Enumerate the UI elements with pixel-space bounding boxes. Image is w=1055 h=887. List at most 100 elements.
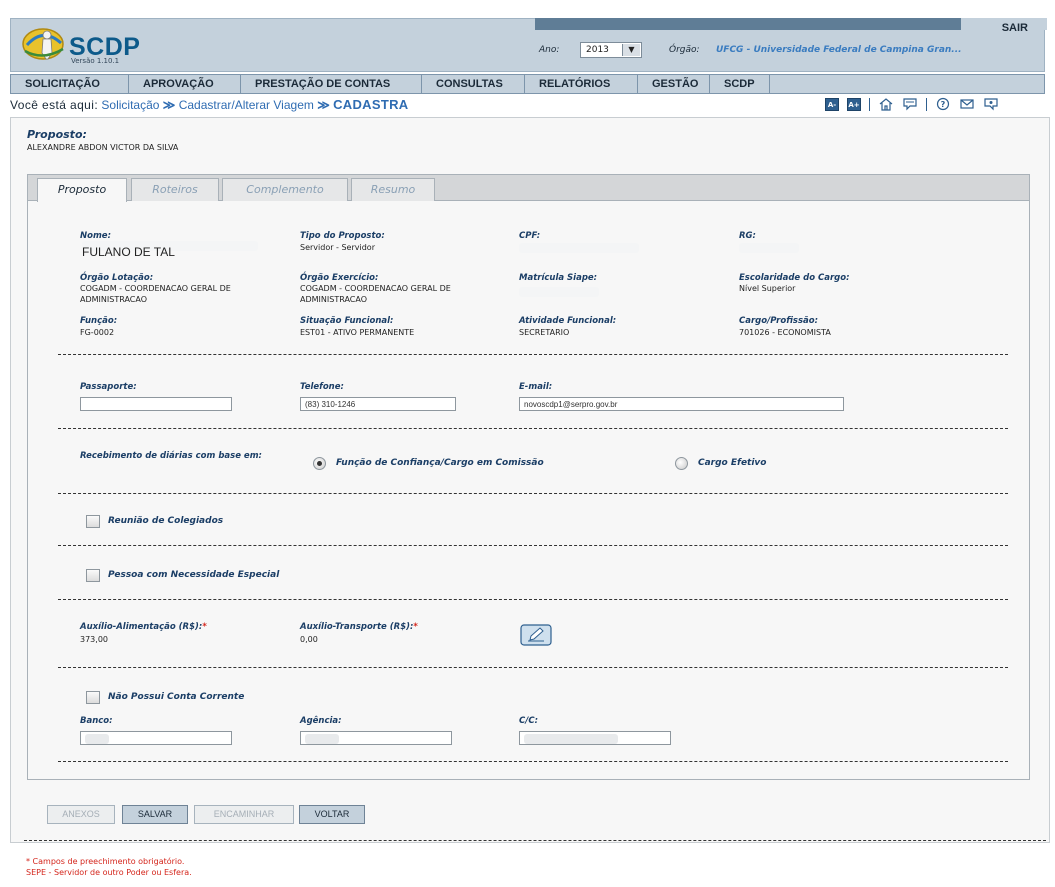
section-divider [58, 354, 1008, 355]
agencia-input[interactable] [300, 731, 452, 745]
reuniao-colegiados-checkbox[interactable] [86, 515, 100, 528]
radio-cargo-efetivo[interactable] [675, 457, 688, 470]
section-divider [58, 761, 1008, 762]
agencia-redacted [305, 734, 339, 744]
mail-icon[interactable] [959, 97, 975, 111]
situacao-funcional-value: EST01 - ATIVO PERMANENTE [300, 328, 415, 337]
footer-divider [24, 840, 1046, 841]
telefone-input[interactable] [300, 397, 456, 411]
encaminhar-button[interactable]: ENCAMINHAR [194, 805, 294, 824]
menu-item-gestao[interactable]: GESTÃO [638, 75, 710, 93]
necessidade-especial-label[interactable]: Pessoa com Necessidade Especial [108, 570, 279, 580]
font-decrease-button[interactable]: A- [825, 97, 839, 111]
required-mark: * [413, 622, 418, 632]
proposto-name: ALEXANDRE ABDON VICTOR DA SILVA [27, 143, 179, 152]
passaporte-input[interactable] [80, 397, 232, 411]
cc-input[interactable] [519, 731, 671, 745]
menu-item-solicitacao[interactable]: SOLICITAÇÃO [11, 75, 129, 93]
radio-funcao-confianca-label[interactable]: Função de Confiança/Cargo em Comissão [336, 458, 544, 468]
escolaridade-value: Nível Superior [739, 284, 796, 293]
font-increase-button[interactable]: A+ [847, 97, 861, 111]
proposto-title: Proposto: [27, 128, 87, 141]
toolbar: A- A+ ? [825, 96, 999, 112]
breadcrumb-current: CADASTRA [333, 97, 409, 112]
cc-redacted [524, 734, 618, 744]
nao-possui-conta-label[interactable]: Não Possui Conta Corrente [108, 692, 244, 702]
orgao-lotacao-label: Órgão Lotação: [80, 273, 154, 283]
ano-select-value: 2013 [586, 45, 609, 55]
auxilio-transporte-label: Auxílio-Transporte (R$):* [300, 622, 418, 632]
section-divider [58, 493, 1008, 494]
auxilio-alimentacao-value: 373,00 [80, 635, 108, 644]
orgao-lotacao-value: COGADM - COORDENACAO GERAL DE ADMINISTRA… [80, 284, 231, 304]
required-mark: * [202, 622, 207, 632]
menu-item-aprovacao[interactable]: APROVAÇÃO [129, 75, 241, 93]
breadcrumb-item-solicitacao[interactable]: Solicitação [101, 98, 159, 112]
help-icon[interactable]: ? [935, 97, 951, 111]
salvar-button[interactable]: SALVAR [122, 805, 188, 824]
orgao-exercicio-label: Órgão Exercício: [300, 273, 379, 283]
radio-cargo-efetivo-label[interactable]: Cargo Efetivo [698, 458, 766, 468]
orgao-link[interactable]: UFCG - Universidade Federal de Campina G… [716, 45, 962, 55]
tab-resumo[interactable]: Resumo [351, 178, 435, 201]
menu-item-scdp[interactable]: SCDP [710, 75, 770, 93]
rg-redacted [739, 243, 799, 253]
cpf-redacted [519, 243, 639, 253]
banco-input[interactable] [80, 731, 232, 745]
home-icon[interactable] [878, 97, 894, 111]
breadcrumb-prefix: Você está aqui: [10, 98, 99, 112]
section-divider [58, 545, 1008, 546]
feedback-icon[interactable] [983, 97, 999, 111]
auxilio-transporte-label-text: Auxílio-Transporte (R$): [300, 622, 414, 632]
section-divider [58, 428, 1008, 429]
anexos-button[interactable]: ANEXOS [47, 805, 115, 824]
auxilio-alimentacao-label-text: Auxílio-Alimentação (R$): [80, 622, 203, 632]
cargo-profissao-value: 701026 - ECONOMISTA [739, 328, 831, 337]
chevron-down-icon[interactable]: ▼ [622, 44, 640, 56]
auxilio-alimentacao-label: Auxílio-Alimentação (R$):* [80, 622, 207, 632]
voltar-button[interactable]: VOLTAR [299, 805, 365, 824]
orgao-label: Órgão: [669, 45, 700, 55]
atividade-funcional-label: Atividade Funcional: [519, 316, 617, 326]
matricula-redacted [519, 287, 599, 297]
tab-roteiros[interactable]: Roteiros [131, 178, 219, 201]
nao-possui-conta-checkbox[interactable] [86, 691, 100, 704]
logo-emblem-icon [22, 28, 64, 60]
ano-label: Ano: [539, 45, 560, 55]
breadcrumb-separator-icon: ≫ [162, 98, 176, 112]
toolbar-divider [869, 97, 870, 111]
toolbar-divider [926, 97, 927, 111]
logout-link[interactable]: SAIR [1002, 22, 1028, 34]
nome-label: Nome: [80, 231, 111, 241]
cc-label: C/C: [519, 716, 538, 726]
agencia-label: Agência: [300, 716, 342, 726]
edit-icon[interactable] [520, 624, 552, 646]
ano-select[interactable]: 2013 ▼ [580, 42, 642, 58]
orgao-exercicio-value: COGADM - COORDENACAO GERAL DE ADMINISTRA… [300, 284, 451, 304]
radio-funcao-confianca[interactable] [313, 457, 326, 470]
menu-item-prestacao-de-contas[interactable]: PRESTAÇÃO DE CONTAS [241, 75, 422, 93]
chat-icon[interactable] [902, 97, 918, 111]
tipo-proposto-label: Tipo do Proposto: [300, 231, 385, 241]
auxilio-transporte-value: 0,00 [300, 635, 318, 644]
cargo-profissao-label: Cargo/Profissão: [739, 316, 818, 326]
reuniao-colegiados-label[interactable]: Reunião de Colegiados [108, 516, 223, 526]
email-input[interactable] [519, 397, 844, 411]
matricula-siape-label: Matrícula Siape: [519, 273, 598, 283]
atividade-funcional-value: SECRETARIO [519, 328, 570, 337]
menu-item-relatorios[interactable]: RELATÓRIOS [525, 75, 638, 93]
breadcrumb-separator-icon: ≫ [317, 98, 330, 112]
tab-complemento[interactable]: Complemento [222, 178, 348, 201]
passaporte-label: Passaporte: [80, 382, 137, 392]
banco-label: Banco: [80, 716, 113, 726]
menu-item-consultas[interactable]: CONSULTAS [422, 75, 525, 93]
rg-label: RG: [739, 231, 756, 241]
necessidade-especial-checkbox[interactable] [86, 569, 100, 582]
main-panel: Proposto: ALEXANDRE ABDON VICTOR DA SILV… [10, 117, 1050, 843]
escolaridade-label: Escolaridade do Cargo: [739, 273, 850, 283]
scdp-logo[interactable]: SCDP Versão 1.10.1 [19, 23, 179, 69]
breadcrumb-item-cadastrar[interactable]: Cadastrar/Alterar Viagem [179, 98, 314, 112]
header-stripe [535, 18, 961, 30]
funcao-value: FG-0002 [80, 328, 115, 337]
tab-proposto[interactable]: Proposto [37, 178, 127, 202]
